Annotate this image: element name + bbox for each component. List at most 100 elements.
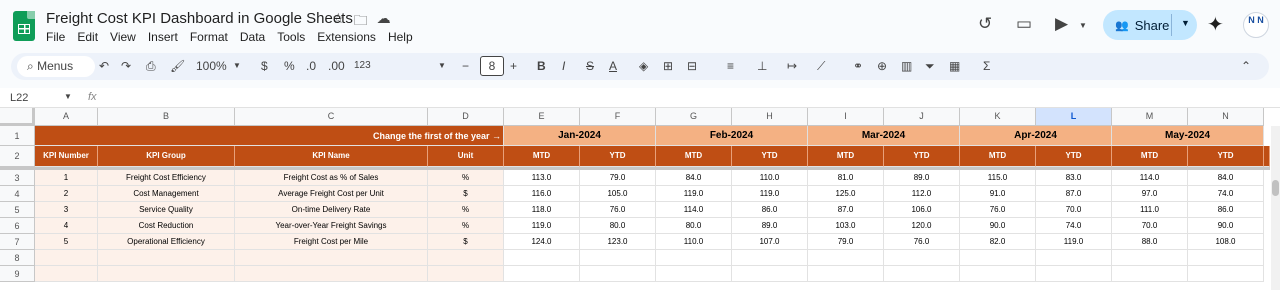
kpi-name-cell[interactable]: Year-over-Year Freight Savings: [235, 218, 428, 234]
increase-decimal-button[interactable]: .00: [328, 59, 345, 73]
value-cell[interactable]: 74.0: [1188, 186, 1264, 202]
value-cell[interactable]: 86.0: [732, 202, 808, 218]
value-cell[interactable]: 81.0: [808, 170, 884, 186]
value-cell[interactable]: 80.0: [656, 218, 732, 234]
kpi-group-cell[interactable]: Freight Cost Efficiency: [98, 170, 235, 186]
empty-cell[interactable]: [1036, 266, 1112, 282]
empty-cell[interactable]: [1036, 250, 1112, 266]
gemini-icon[interactable]: ✦: [1207, 12, 1224, 37]
strikethrough-button[interactable]: S: [586, 59, 594, 73]
kpi-group-cell[interactable]: Cost Reduction: [98, 218, 235, 234]
value-cell[interactable]: 107.0: [732, 234, 808, 250]
font-size-input[interactable]: 8: [480, 56, 504, 76]
column-header-l[interactable]: L: [1036, 108, 1112, 126]
empty-cell[interactable]: [1188, 250, 1264, 266]
horizontal-align-icon[interactable]: ≡: [727, 59, 734, 73]
value-cell[interactable]: 118.0: [504, 202, 580, 218]
column-header-m[interactable]: M: [1112, 108, 1188, 126]
fill-color-icon[interactable]: ◈: [639, 59, 648, 73]
value-cell[interactable]: 106.0: [884, 202, 960, 218]
sheets-logo-icon[interactable]: [13, 11, 35, 41]
menu-help[interactable]: Help: [388, 30, 413, 44]
empty-cell[interactable]: [1112, 250, 1188, 266]
row-header-6[interactable]: 6: [0, 218, 35, 234]
empty-cell[interactable]: [98, 266, 235, 282]
zoom-dropdown-icon[interactable]: ▼: [233, 61, 241, 70]
value-cell[interactable]: 87.0: [808, 202, 884, 218]
select-all-corner[interactable]: [0, 108, 35, 126]
value-cell[interactable]: 110.0: [732, 170, 808, 186]
row-header-3[interactable]: 3: [0, 170, 35, 186]
column-header-a[interactable]: A: [35, 108, 98, 126]
empty-cell[interactable]: [580, 266, 656, 282]
empty-cell[interactable]: [98, 250, 235, 266]
scrollbar-thumb[interactable]: [1272, 180, 1279, 196]
filter-icon[interactable]: ⏷: [925, 59, 935, 74]
paint-format-icon[interactable]: 🖌: [170, 59, 185, 73]
value-cell[interactable]: 105.0: [580, 186, 656, 202]
empty-cell[interactable]: [504, 250, 580, 266]
menu-file[interactable]: File: [46, 30, 65, 44]
collapse-toolbar-icon[interactable]: ⌃: [1241, 59, 1251, 73]
kpi-unit-cell[interactable]: %: [428, 218, 504, 234]
menus-search[interactable]: ⌕ Menus: [17, 56, 95, 77]
kpi-name-cell[interactable]: On-time Delivery Rate: [235, 202, 428, 218]
zoom-select[interactable]: 100%: [196, 59, 227, 73]
kpi-num-cell[interactable]: 2: [35, 186, 98, 202]
value-cell[interactable]: 113.0: [504, 170, 580, 186]
value-cell[interactable]: 70.0: [1036, 202, 1112, 218]
meet-dropdown-icon[interactable]: ▼: [1079, 21, 1087, 30]
row-header-9[interactable]: 9: [0, 266, 35, 282]
kpi-name-cell[interactable]: Freight Cost as % of Sales: [235, 170, 428, 186]
value-cell[interactable]: 97.0: [1112, 186, 1188, 202]
name-box-dropdown-icon[interactable]: ▼: [64, 92, 72, 101]
value-cell[interactable]: 116.0: [504, 186, 580, 202]
value-cell[interactable]: 103.0: [808, 218, 884, 234]
empty-cell[interactable]: [960, 266, 1036, 282]
column-header-k[interactable]: K: [960, 108, 1036, 126]
value-cell[interactable]: 125.0: [808, 186, 884, 202]
value-cell[interactable]: 124.0: [504, 234, 580, 250]
functions-button[interactable]: Σ: [983, 59, 990, 73]
empty-cell[interactable]: [884, 250, 960, 266]
kpi-group-cell[interactable]: Service Quality: [98, 202, 235, 218]
row-header-8[interactable]: 8: [0, 250, 35, 266]
share-dropdown-icon[interactable]: ▼: [1181, 18, 1190, 28]
merge-cells-icon[interactable]: ⊟: [687, 59, 697, 73]
share-button[interactable]: 👥 Share ▼: [1103, 10, 1197, 40]
kpi-num-cell[interactable]: 5: [35, 234, 98, 250]
empty-cell[interactable]: [428, 250, 504, 266]
spreadsheet-grid[interactable]: A B C D E F G H I J K L M N 1 2 3 4 5 6 7 8 9 Change the first …: [0, 108, 1280, 290]
redo-icon[interactable]: ↷: [121, 59, 131, 73]
value-cell[interactable]: 83.0: [1036, 170, 1112, 186]
version-history-icon[interactable]: ↺: [978, 14, 992, 34]
print-icon[interactable]: ⎙: [146, 59, 156, 74]
currency-button[interactable]: $: [261, 59, 268, 73]
empty-cell[interactable]: [808, 250, 884, 266]
value-cell[interactable]: 114.0: [656, 202, 732, 218]
empty-cell[interactable]: [656, 250, 732, 266]
empty-cell[interactable]: [35, 250, 98, 266]
document-title[interactable]: Freight Cost KPI Dashboard in Google She…: [46, 10, 353, 27]
column-header-e[interactable]: E: [504, 108, 580, 126]
column-header-c[interactable]: C: [235, 108, 428, 126]
decrease-decimal-button[interactable]: .0: [306, 59, 316, 73]
empty-cell[interactable]: [732, 250, 808, 266]
kpi-unit-cell[interactable]: %: [428, 170, 504, 186]
value-cell[interactable]: 79.0: [808, 234, 884, 250]
kpi-num-cell[interactable]: 1: [35, 170, 98, 186]
kpi-unit-cell[interactable]: $: [428, 186, 504, 202]
kpi-num-cell[interactable]: 3: [35, 202, 98, 218]
column-header-i[interactable]: I: [808, 108, 884, 126]
value-cell[interactable]: 76.0: [580, 202, 656, 218]
menu-tools[interactable]: Tools: [277, 30, 305, 44]
number-format-button[interactable]: 123: [354, 60, 371, 71]
value-cell[interactable]: 89.0: [732, 218, 808, 234]
comments-icon[interactable]: ▭: [1016, 14, 1032, 34]
undo-icon[interactable]: ↶: [99, 59, 109, 73]
value-cell[interactable]: 89.0: [884, 170, 960, 186]
insert-link-icon[interactable]: ⚭: [853, 59, 863, 73]
column-header-d[interactable]: D: [428, 108, 504, 126]
text-color-button[interactable]: A: [609, 59, 617, 73]
name-box[interactable]: L22: [10, 92, 28, 104]
